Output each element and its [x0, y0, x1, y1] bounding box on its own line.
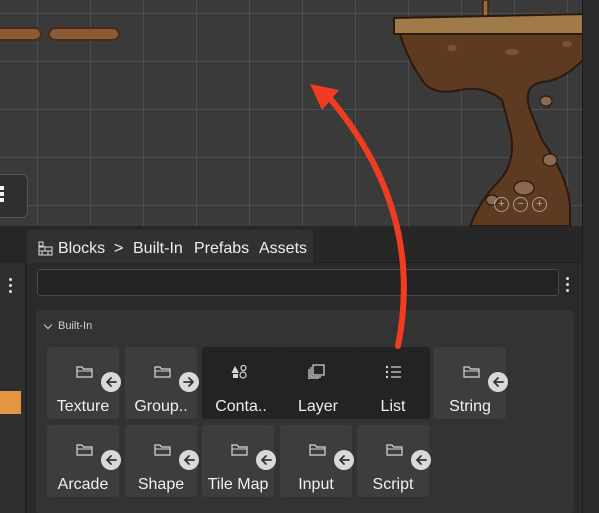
folder-icon: [76, 444, 93, 456]
block-tile-group[interactable]: Group..: [125, 347, 199, 419]
block-tile-input[interactable]: Input: [280, 425, 354, 497]
tile-label: String: [449, 398, 491, 415]
block-tile-script[interactable]: Script: [357, 425, 431, 497]
list-icon: [385, 365, 401, 379]
tab-assets[interactable]: Assets: [259, 240, 307, 258]
tile-label: Group..: [134, 398, 188, 415]
selected-item-highlight[interactable]: [0, 391, 21, 414]
folder-icon: [76, 366, 93, 378]
tile-label: Tile Map: [207, 476, 269, 493]
blocks-tabbar: Blocks > Built-In Prefabs Assets: [27, 226, 582, 263]
left-panel-menu-icon[interactable]: [9, 278, 13, 296]
wood-plank: [0, 27, 42, 41]
tile-label: Arcade: [57, 476, 109, 493]
arrow-left-icon: [411, 450, 431, 470]
tab-prefabs[interactable]: Prefabs: [194, 240, 249, 258]
tile-label: Input: [298, 476, 334, 493]
built-in-group: Built-In Texture Group.. Conta.. Layer L…: [36, 310, 574, 513]
arrow-left-icon: [101, 450, 121, 470]
block-tile-tile-map[interactable]: Tile Map: [202, 425, 276, 497]
zoom-in-icon[interactable]: +: [494, 197, 509, 212]
floating-island-sprite: [393, 0, 582, 226]
blocks-panel: Blocks > Built-In Prefabs Assets Built-I…: [27, 226, 582, 513]
tile-label: Texture: [56, 398, 110, 415]
arrow-left-icon: [101, 372, 121, 392]
right-panel-edge: [582, 0, 599, 513]
block-tile-texture[interactable]: Texture: [47, 347, 121, 419]
folder-icon: [154, 366, 171, 378]
tile-label: Script: [372, 476, 414, 493]
search-input[interactable]: [37, 269, 559, 296]
zoom-controls: + − +: [494, 197, 547, 212]
tile-label: Conta..: [215, 398, 267, 415]
block-tile-list[interactable]: List: [356, 347, 430, 419]
layers-icon: [308, 364, 325, 379]
folder-icon: [309, 444, 326, 456]
block-tile-layer[interactable]: Layer: [279, 347, 357, 419]
wood-plank: [48, 27, 120, 41]
zoom-reset-icon[interactable]: +: [532, 197, 547, 212]
shapes-icon: [231, 364, 247, 379]
block-tile-shape[interactable]: Shape: [125, 425, 199, 497]
tab-built-in[interactable]: Built-In: [133, 240, 183, 258]
chevron-down-icon: [43, 320, 53, 329]
tile-label: Layer: [297, 398, 339, 415]
left-panel: [0, 263, 26, 513]
arrow-left-icon: [488, 372, 508, 392]
folder-icon: [154, 444, 171, 456]
panel-menu-icon[interactable]: [566, 277, 570, 295]
zoom-out-icon[interactable]: −: [513, 197, 528, 212]
tile-label: Shape: [137, 476, 185, 493]
block-tile-string[interactable]: String: [434, 347, 508, 419]
block-tile-arcade[interactable]: Arcade: [47, 425, 121, 497]
scene-viewport[interactable]: + − +: [0, 0, 582, 226]
arrow-right-icon: [179, 372, 199, 392]
block-tile-container[interactable]: Conta..: [202, 347, 280, 419]
group-header[interactable]: Built-In: [43, 320, 93, 332]
group-title: Built-In: [58, 320, 93, 332]
tile-label: List: [380, 398, 406, 415]
arrow-left-icon: [334, 450, 354, 470]
blocks-icon: [38, 241, 53, 256]
folder-icon: [231, 444, 248, 456]
folder-icon: [463, 366, 480, 378]
drag-handle-icon[interactable]: [0, 186, 6, 202]
arrow-left-icon: [256, 450, 276, 470]
arrow-left-icon: [179, 450, 199, 470]
folder-icon: [386, 444, 403, 456]
tab-blocks[interactable]: Blocks: [58, 240, 105, 258]
breadcrumb-separator-icon: >: [114, 240, 124, 257]
